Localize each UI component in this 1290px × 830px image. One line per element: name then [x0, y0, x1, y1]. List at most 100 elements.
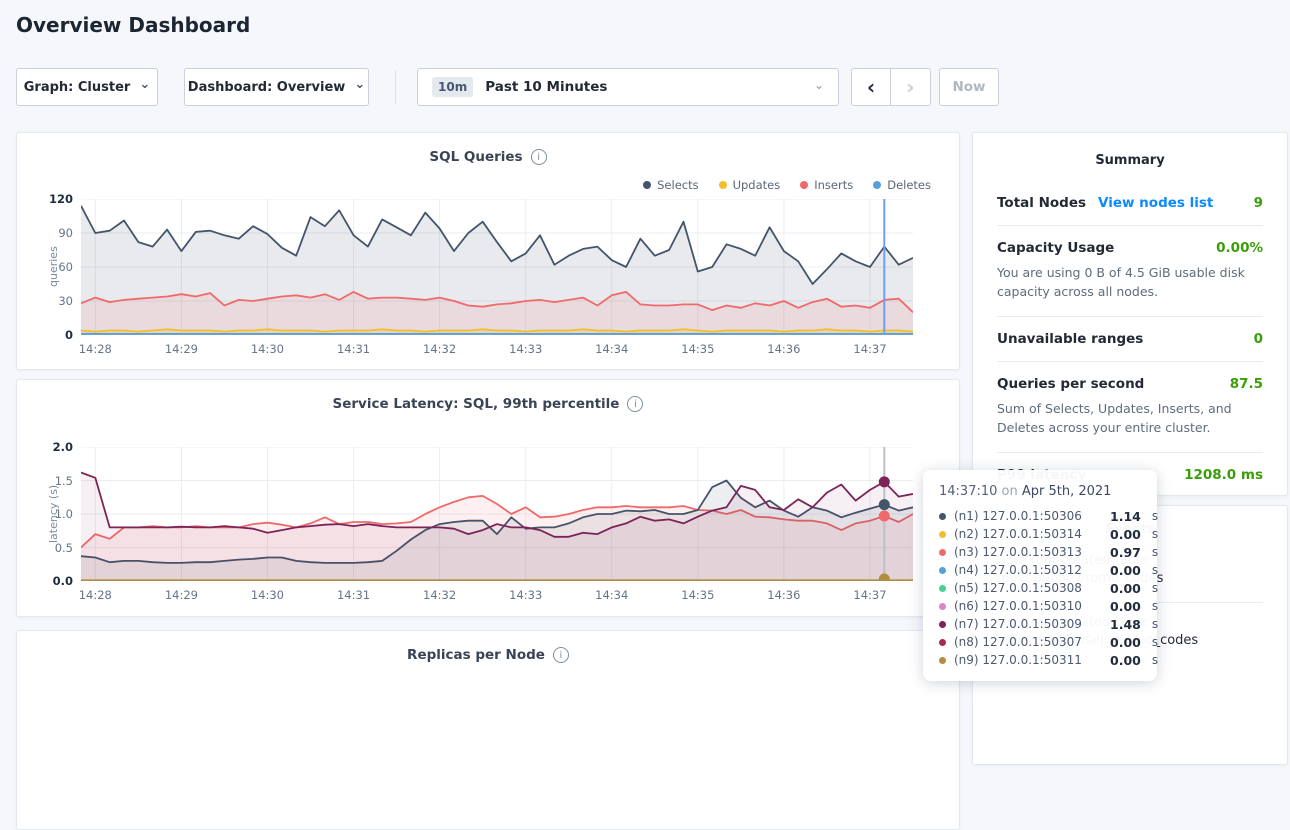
graph-dropdown-label: Graph: Cluster: [24, 80, 131, 95]
chart-plot[interactable]: [81, 199, 913, 335]
legend-dot-icon: [873, 181, 881, 189]
x-tick-label: 14:30: [251, 588, 284, 602]
tooltip-node-label: (n2) 127.0.0.1:50314: [954, 527, 1102, 541]
tooltip-node-row: (n3) 127.0.0.1:503130.97s: [939, 543, 1141, 561]
replicas-per-node-panel: Replicas per Node i: [16, 630, 960, 830]
summary-panel: Summary Total NodesView nodes list9Capac…: [972, 132, 1288, 496]
chart-title: SQL Queries: [429, 149, 522, 165]
x-tick-label: 14:34: [595, 588, 628, 602]
tooltip-node-unit: s: [1152, 635, 1158, 649]
sql-queries-panel: SQL Queries i Selects Updates Inserts Delet…: [16, 132, 960, 370]
tooltip-node-unit: s: [1152, 653, 1158, 667]
summary-row-label: Queries per second: [997, 376, 1144, 392]
tooltip-node-row: (n4) 127.0.0.1:503120.00s: [939, 561, 1141, 579]
chart-plot[interactable]: [81, 447, 913, 581]
x-tick-label: 14:30: [251, 342, 284, 356]
tooltip-node-value: 0.00: [1110, 581, 1141, 596]
node-dot-icon: [939, 639, 946, 646]
y-tick-label: 2.0: [31, 440, 73, 454]
legend-item[interactable]: Selects: [643, 178, 698, 192]
x-tick-label: 14:35: [681, 588, 714, 602]
legend-dot-icon: [643, 181, 651, 189]
tooltip-rows: (n1) 127.0.0.1:503061.14s(n2) 127.0.0.1:…: [939, 507, 1141, 669]
tooltip-node-unit: s: [1152, 527, 1158, 541]
summary-row: Queries per second87.5Sum of Selects, Up…: [997, 361, 1263, 452]
tooltip-node-label: (n7) 127.0.0.1:50309: [954, 617, 1102, 631]
y-tick-label: 1.5: [31, 474, 73, 488]
tooltip-node-unit: s: [1152, 581, 1158, 595]
graph-dropdown[interactable]: Graph: Cluster ⌄: [16, 68, 158, 106]
summary-row-description: You are using 0 B of 4.5 GiB usable disk…: [997, 263, 1263, 302]
x-tick-label: 14:32: [423, 588, 456, 602]
time-next-button[interactable]: ›: [891, 68, 931, 106]
y-tick-label: 60: [31, 260, 73, 274]
time-range-badge: 10m: [432, 77, 473, 97]
now-button[interactable]: Now: [939, 68, 999, 106]
y-tick-label: 30: [31, 294, 73, 308]
tooltip-node-row: (n7) 127.0.0.1:503091.48s: [939, 615, 1141, 633]
info-icon[interactable]: i: [627, 396, 643, 412]
tooltip-node-value: 0.00: [1110, 653, 1141, 668]
node-dot-icon: [939, 513, 946, 520]
node-dot-icon: [939, 603, 946, 610]
tooltip-node-row: (n8) 127.0.0.1:503070.00s: [939, 633, 1141, 651]
legend-label: Inserts: [814, 178, 853, 192]
tooltip-node-value: 0.00: [1110, 599, 1141, 614]
view-nodes-list-link[interactable]: View nodes list: [1098, 195, 1213, 211]
node-dot-icon: [939, 585, 946, 592]
summary-row-label: Unavailable ranges: [997, 331, 1143, 347]
x-tick-label: 14:28: [79, 588, 112, 602]
tooltip-node-label: (n1) 127.0.0.1:50306: [954, 509, 1102, 523]
legend-label: Updates: [733, 178, 781, 192]
x-tick-label: 14:36: [767, 588, 800, 602]
x-tick-label: 14:33: [509, 342, 542, 356]
summary-row: Unavailable ranges0: [997, 316, 1263, 361]
legend-dot-icon: [719, 181, 727, 189]
time-prev-button[interactable]: ‹: [851, 68, 891, 106]
tooltip-node-value: 0.00: [1110, 635, 1141, 650]
time-pager: ‹ ›: [851, 68, 931, 106]
tooltip-node-unit: s: [1152, 545, 1158, 559]
tooltip-node-label: (n3) 127.0.0.1:50313: [954, 545, 1102, 559]
time-range-picker[interactable]: 10m Past 10 Minutes ⌄: [417, 68, 839, 106]
info-icon[interactable]: i: [553, 647, 569, 663]
legend-item[interactable]: Deletes: [873, 178, 931, 192]
node-dot-icon: [939, 621, 946, 628]
legend-label: Deletes: [887, 178, 931, 192]
legend-item[interactable]: Inserts: [800, 178, 853, 192]
x-tick-label: 14:29: [165, 342, 198, 356]
summary-header: Summary: [973, 133, 1287, 181]
tooltip-node-value: 1.14: [1110, 509, 1141, 524]
y-tick-label: 1.0: [31, 507, 73, 521]
legend-dot-icon: [800, 181, 808, 189]
summary-row: Capacity Usage 0.00% You are using 0 B of …: [997, 225, 1263, 316]
tooltip-node-value: 0.97: [1110, 545, 1141, 560]
tooltip-node-value: 1.48: [1110, 617, 1141, 632]
tooltip-node-unit: s: [1152, 599, 1158, 613]
x-tick-label: 14:36: [767, 342, 800, 356]
x-tick-label: 14:32: [423, 342, 456, 356]
info-icon[interactable]: i: [531, 149, 547, 165]
chart-hover-tooltip: 14:37:10 on Apr 5th, 2021 (n1) 127.0.0.1…: [923, 470, 1157, 681]
tooltip-node-row: (n9) 127.0.0.1:503110.00s: [939, 651, 1141, 669]
x-tick-label: 14:33: [509, 588, 542, 602]
tooltip-node-label: (n6) 127.0.0.1:50310: [954, 599, 1102, 613]
summary-row-label: Capacity Usage: [997, 240, 1114, 256]
chart-title: Replicas per Node: [407, 647, 545, 663]
page-title: Overview Dashboard: [16, 13, 250, 37]
x-tick-label: 14:31: [337, 588, 370, 602]
legend-label: Selects: [657, 178, 698, 192]
summary-row-value: 87.5: [1230, 376, 1263, 392]
tooltip-node-row: (n5) 127.0.0.1:503080.00s: [939, 579, 1141, 597]
summary-row-value: 9: [1254, 195, 1263, 211]
summary-row-value: 0.00%: [1216, 240, 1263, 256]
y-tick-label: 0.0: [31, 574, 73, 588]
legend-item[interactable]: Updates: [719, 178, 781, 192]
chevron-down-icon: ⌄: [354, 81, 365, 89]
y-tick-label: 90: [31, 226, 73, 240]
node-dot-icon: [939, 531, 946, 538]
x-tick-label: 14:37: [853, 342, 886, 356]
tooltip-node-label: (n8) 127.0.0.1:50307: [954, 635, 1102, 649]
tooltip-node-row: (n2) 127.0.0.1:503140.00s: [939, 525, 1141, 543]
dashboard-dropdown[interactable]: Dashboard: Overview ⌄: [184, 68, 369, 106]
